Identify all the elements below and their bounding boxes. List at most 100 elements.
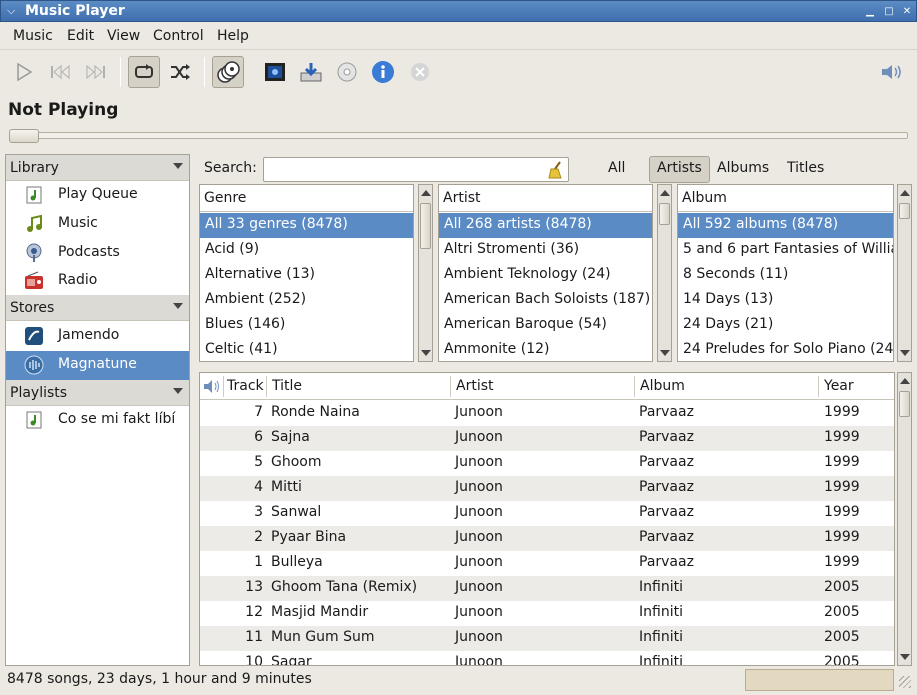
repeat-toggle[interactable] xyxy=(128,56,160,88)
track-year: 1999 xyxy=(824,529,860,545)
import-button[interactable] xyxy=(295,56,327,88)
column-year[interactable]: Year xyxy=(824,378,854,394)
eject-cd-button[interactable] xyxy=(331,56,363,88)
sidebar-item-podcasts[interactable]: Podcasts xyxy=(6,239,189,268)
song-info-button[interactable] xyxy=(367,56,399,88)
menu-view[interactable]: View xyxy=(107,28,140,44)
artist-scrollbar[interactable] xyxy=(657,184,672,362)
album-row[interactable]: All 592 albums (8478) xyxy=(678,213,893,238)
column-track[interactable]: Track xyxy=(227,378,264,394)
sidebar-item-label: Co se mi fakt líbí xyxy=(58,411,176,427)
shuffle-toggle[interactable] xyxy=(164,56,196,88)
menu-edit[interactable]: Edit xyxy=(67,28,94,44)
column-title[interactable]: Title xyxy=(272,378,302,394)
close-window-icon[interactable]: ✕ xyxy=(900,5,914,18)
section-library[interactable]: Library xyxy=(6,155,189,181)
maximize-icon[interactable]: □ xyxy=(882,5,896,18)
artist-row[interactable]: American Bach Soloists (187) xyxy=(439,288,652,313)
album-row[interactable]: 5 and 6 part Fantasies of William Lawes xyxy=(678,238,893,263)
browse-toggle[interactable] xyxy=(212,56,244,88)
album-header[interactable]: Album xyxy=(678,185,893,212)
track-number: 13 xyxy=(245,579,263,595)
remove-button[interactable] xyxy=(404,56,436,88)
genre-row[interactable]: Celtic (41) xyxy=(200,338,413,361)
menu-help[interactable]: Help xyxy=(217,28,249,44)
seek-handle[interactable] xyxy=(9,129,39,143)
track-number: 7 xyxy=(254,404,263,420)
artist-row[interactable]: Altri Stromenti (36) xyxy=(439,238,652,263)
table-row[interactable]: 5 Ghoom Junoon Parvaaz 1999 xyxy=(200,451,894,476)
table-row[interactable]: 1 Bulleya Junoon Parvaaz 1999 xyxy=(200,551,894,576)
track-album: Infiniti xyxy=(639,629,683,645)
table-row[interactable]: 2 Pyaar Bina Junoon Parvaaz 1999 xyxy=(200,526,894,551)
track-scrollbar[interactable] xyxy=(897,372,912,666)
chevron-down-icon[interactable] xyxy=(173,303,183,309)
filter-albums[interactable]: Albums xyxy=(717,160,769,176)
table-row[interactable]: 11 Mun Gum Sum Junoon Infiniti 2005 xyxy=(200,626,894,651)
table-row[interactable]: 3 Sanwal Junoon Parvaaz 1999 xyxy=(200,501,894,526)
album-row[interactable]: 24 Days (21) xyxy=(678,313,893,338)
genre-row[interactable]: Ambient (252) xyxy=(200,288,413,313)
chevron-down-icon[interactable] xyxy=(173,388,183,394)
album-row[interactable]: 14 Days (13) xyxy=(678,288,893,313)
genre-scrollbar[interactable] xyxy=(418,184,433,362)
repeat-icon xyxy=(135,64,153,78)
filter-titles[interactable]: Titles xyxy=(787,160,824,176)
seek-bar[interactable] xyxy=(10,132,908,139)
filter-all[interactable]: All xyxy=(608,160,625,176)
genre-row[interactable]: Blues (146) xyxy=(200,313,413,338)
column-artist[interactable]: Artist xyxy=(456,378,494,394)
menu-music[interactable]: Music xyxy=(13,28,53,44)
search-input[interactable] xyxy=(263,157,569,182)
previous-button[interactable] xyxy=(44,56,76,88)
menu-control[interactable]: Control xyxy=(153,28,204,44)
genre-browser: Genre All 33 genres (8478) Acid (9) Alte… xyxy=(199,184,414,362)
sidebar-item-jamendo[interactable]: Jamendo xyxy=(6,322,189,351)
artist-row[interactable]: American Baroque (54) xyxy=(439,313,652,338)
album-scrollbar[interactable] xyxy=(897,184,912,362)
scroll-thumb[interactable] xyxy=(420,203,431,249)
table-row[interactable]: 10 Sagar Junoon Infiniti 2005 xyxy=(200,651,894,665)
scroll-thumb[interactable] xyxy=(899,391,910,417)
info-icon xyxy=(372,61,394,83)
section-playlists[interactable]: Playlists xyxy=(6,380,189,406)
window-menu-icon[interactable]: ⌵ xyxy=(7,4,15,18)
sidebar-item-radio[interactable]: Radio xyxy=(6,267,189,296)
clear-search-icon[interactable] xyxy=(546,160,566,180)
scroll-thumb[interactable] xyxy=(659,203,670,225)
artist-header[interactable]: Artist xyxy=(439,185,652,212)
sidebar-item-magnatune[interactable]: Magnatune xyxy=(6,351,189,380)
visualization-button[interactable] xyxy=(259,56,291,88)
table-row[interactable]: 4 Mitti Junoon Parvaaz 1999 xyxy=(200,476,894,501)
genre-row[interactable]: Acid (9) xyxy=(200,238,413,263)
track-artist: Junoon xyxy=(455,479,503,495)
minimize-icon[interactable]: ▁ xyxy=(863,5,877,18)
album-row[interactable]: 8 Seconds (11) xyxy=(678,263,893,288)
column-album[interactable]: Album xyxy=(640,378,685,394)
genre-row[interactable]: All 33 genres (8478) xyxy=(200,213,413,238)
chevron-down-icon[interactable] xyxy=(173,163,183,169)
scroll-thumb[interactable] xyxy=(899,203,910,219)
sidebar-item-music[interactable]: Music xyxy=(6,210,189,239)
play-button[interactable] xyxy=(8,56,40,88)
toolbar xyxy=(0,51,917,93)
table-row[interactable]: 13 Ghoom Tana (Remix) Junoon Infiniti 2005 xyxy=(200,576,894,601)
volume-button[interactable] xyxy=(876,56,908,88)
table-row[interactable]: 12 Masjid Mandir Junoon Infiniti 2005 xyxy=(200,601,894,626)
genre-row[interactable]: Alternative (13) xyxy=(200,263,413,288)
section-stores[interactable]: Stores xyxy=(6,295,189,321)
next-button[interactable] xyxy=(80,56,112,88)
filter-artists[interactable]: Artists xyxy=(657,160,702,176)
album-row[interactable]: 24 Preludes for Solo Piano (24) xyxy=(678,338,893,361)
artist-row[interactable]: All 268 artists (8478) xyxy=(439,213,652,238)
table-row[interactable]: 6 Sajna Junoon Parvaaz 1999 xyxy=(200,426,894,451)
visualization-icon xyxy=(265,63,285,81)
artist-row[interactable]: Ambient Teknology (24) xyxy=(439,263,652,288)
sidebar-item-play-queue[interactable]: Play Queue xyxy=(6,181,189,210)
genre-header[interactable]: Genre xyxy=(200,185,413,212)
sidebar-item-playlist[interactable]: Co se mi fakt líbí xyxy=(6,406,189,435)
table-row[interactable]: 7 Ronde Naina Junoon Parvaaz 1999 xyxy=(200,401,894,426)
artist-row[interactable]: Ammonite (12) xyxy=(439,338,652,361)
track-artist: Junoon xyxy=(455,404,503,420)
resize-grip[interactable] xyxy=(899,676,911,688)
